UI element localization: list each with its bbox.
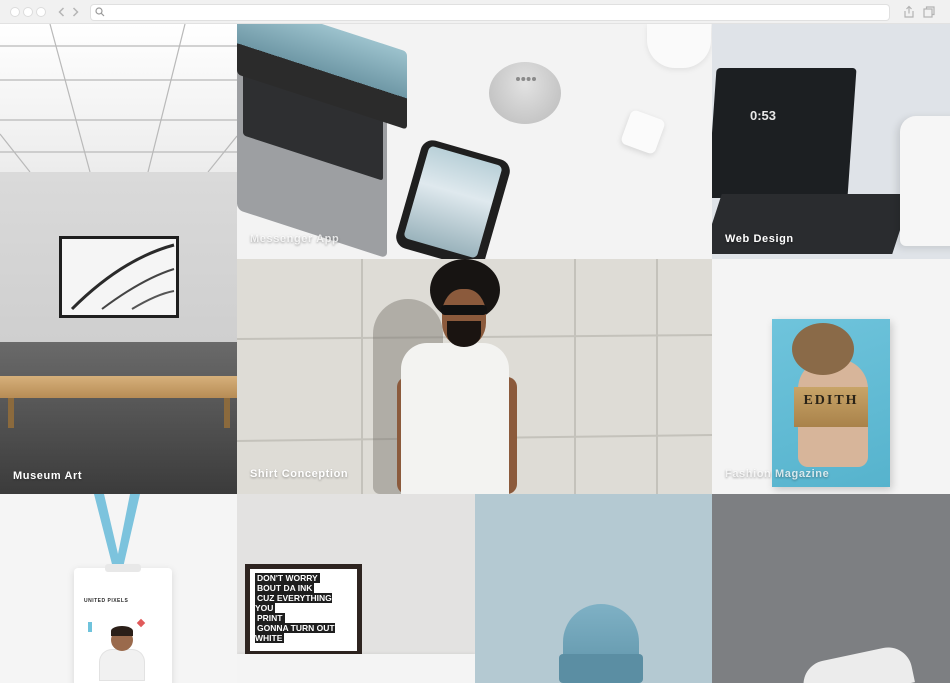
portfolio-caption: Messenger App (250, 233, 340, 245)
back-arrow-icon[interactable] (56, 6, 68, 18)
window-close-dot[interactable] (11, 8, 19, 16)
badge-photo-hair (111, 626, 133, 636)
bench-leg-image (224, 398, 230, 428)
portfolio-item-fashion-magazine[interactable]: EDITH Fashion Magazine (712, 259, 950, 494)
portfolio-item-beanie[interactable] (475, 494, 712, 683)
portfolio-caption: Fashion Magazine (725, 468, 830, 480)
browser-toolbar (0, 0, 950, 24)
sunglasses-image (441, 305, 487, 315)
portfolio-item-id-badge[interactable]: UNITED PIXELS (0, 494, 237, 683)
magazine-title: EDITH (803, 393, 859, 408)
quote-line: PRINT (255, 613, 285, 623)
speaker-lights-icon (516, 77, 536, 81)
address-bar[interactable] (91, 5, 889, 20)
framed-quote: DON'T WORRY BOUT DA INK CUZ EVERYTHING Y… (250, 569, 357, 651)
portfolio-item-product[interactable] (712, 494, 950, 683)
white-object-image (799, 643, 915, 683)
badge-clip-image (105, 564, 141, 572)
lanyard-image (94, 494, 140, 572)
quote-line: GONNA TURN OUT WHITE (255, 623, 335, 643)
portfolio-caption: Web Design (725, 233, 794, 245)
share-icon[interactable] (902, 5, 916, 19)
laptop-keyboard-image (712, 194, 912, 254)
quote-line: CUZ EVERYTHING YOU (255, 593, 332, 613)
url-input[interactable] (109, 6, 879, 19)
ceiling-grid-image (0, 24, 237, 172)
window-maximize-dot[interactable] (37, 8, 45, 16)
portfolio-gallery: Museum Art Messenger App 0:53 Web Design (0, 24, 950, 683)
power-adapter-image (619, 108, 667, 156)
quote-line: BOUT DA INK (255, 583, 315, 593)
laptop-screen-image (712, 68, 857, 198)
forward-arrow-icon[interactable] (69, 6, 81, 18)
shelf-image (237, 654, 475, 683)
portfolio-caption: Museum Art (13, 470, 83, 482)
white-tshirt-image (401, 343, 509, 494)
badge-accent-shape (88, 622, 92, 632)
badge-photo-shirt (100, 650, 144, 680)
search-icon (95, 7, 105, 17)
framed-artwork-image (59, 236, 179, 318)
person-beard-image (447, 321, 481, 347)
portfolio-caption: Shirt Conception (250, 468, 349, 480)
white-device-image (900, 116, 950, 246)
badge-organization: UNITED PIXELS (84, 598, 129, 604)
portfolio-item-shirt-conception[interactable]: Shirt Conception (237, 259, 712, 494)
quote-line: DON'T WORRY (255, 573, 320, 583)
model-hair-image (792, 323, 854, 375)
window-minimize-dot[interactable] (24, 8, 32, 16)
tabs-icon[interactable] (922, 5, 936, 19)
bench-leg-image (8, 398, 14, 428)
cup-image (647, 24, 711, 68)
beanie-cuff-image (559, 654, 643, 683)
portfolio-item-framed-print[interactable]: DON'T WORRY BOUT DA INK CUZ EVERYTHING Y… (237, 494, 475, 683)
portfolio-item-museum-art[interactable]: Museum Art (0, 24, 237, 494)
smart-speaker-image (489, 62, 561, 124)
bench-image (0, 376, 237, 398)
lockscreen-clock: 0:53 (750, 108, 777, 123)
portfolio-item-web-design[interactable]: 0:53 Web Design (712, 24, 950, 259)
portfolio-item-messenger-app[interactable]: Messenger App (237, 24, 712, 259)
